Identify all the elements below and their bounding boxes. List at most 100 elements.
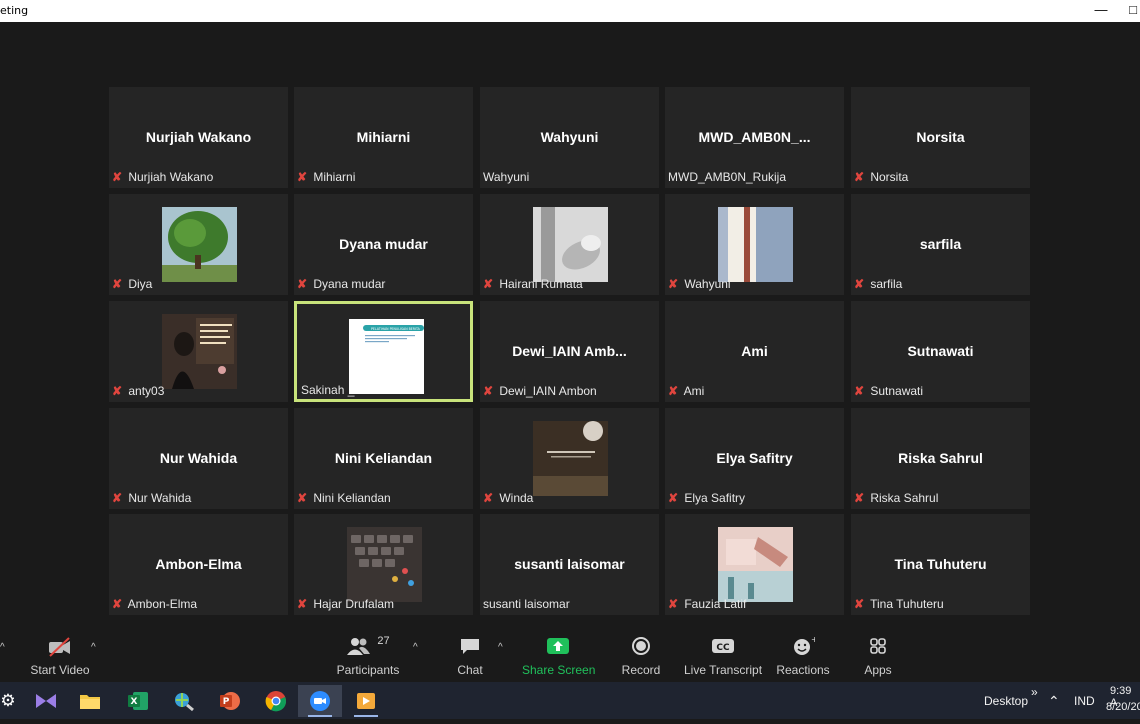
- participant-caption-text: susanti laisomar: [483, 597, 570, 611]
- participant-display-name: Tina Tuhuteru: [894, 556, 987, 572]
- svg-text:X: X: [131, 697, 138, 707]
- apps-button[interactable]: Apps: [858, 636, 898, 677]
- file-explorer-icon[interactable]: [68, 685, 112, 717]
- participant-caption-text: Tina Tuhuteru: [870, 597, 944, 611]
- excel-icon[interactable]: X: [116, 685, 160, 717]
- desktop-toolbar-label[interactable]: Desktop: [984, 694, 1028, 708]
- participant-display-name: Nur Wahida: [159, 450, 238, 466]
- participant-name-label: ✘ Riska Sahrul: [854, 490, 938, 507]
- participant-name-label: ✘ sarfila: [854, 276, 902, 293]
- participant-tile[interactable]: ✘ Fauzia Latif: [665, 514, 844, 615]
- participant-display-name: Wahyuni: [540, 129, 599, 145]
- participant-tile[interactable]: PELATIHAN PENULISAN BERITA Sakinah _: [294, 301, 473, 402]
- muted-mic-icon: ✘: [854, 597, 865, 611]
- participant-caption-text: Nurjiah Wakano: [128, 170, 214, 184]
- participant-caption-text: Sutnawati: [870, 384, 924, 398]
- participant-name-label: ✘ Elya Safitry: [668, 490, 745, 507]
- participant-caption-text: Hajar Drufalam: [313, 597, 395, 611]
- participant-display-name: MWD_AMB0N_...: [698, 129, 811, 145]
- muted-mic-icon: ✘: [112, 491, 123, 505]
- tray-expand-icon[interactable]: ⌃: [1048, 693, 1060, 710]
- participant-name-label: ✘ Ambon-Elma: [112, 596, 197, 613]
- record-icon: [618, 636, 664, 658]
- minimize-icon[interactable]: —: [1086, 0, 1116, 22]
- participant-tile[interactable]: Dyana mudar ✘ Dyana mudar: [294, 194, 473, 295]
- participant-tile[interactable]: ✘ Winda: [480, 408, 659, 509]
- muted-mic-icon: ✘: [112, 170, 123, 184]
- muted-mic-icon: ✘: [854, 384, 865, 398]
- media-player-icon[interactable]: [344, 685, 388, 717]
- participant-tile[interactable]: Wahyuni Wahyuni: [480, 87, 659, 188]
- participant-tile[interactable]: sarfila ✘ sarfila: [851, 194, 1030, 295]
- search-globe-icon[interactable]: [162, 685, 206, 717]
- start-video-button[interactable]: Start Video: [30, 636, 90, 677]
- participant-name-label: susanti laisomar: [483, 596, 570, 613]
- participant-caption-text: Nur Wahida: [128, 491, 192, 505]
- participant-caption-text: Ambon-Elma: [127, 597, 198, 611]
- participant-name-label: ✘ Hairani Rumata: [483, 276, 583, 293]
- chat-button[interactable]: Chat: [450, 636, 490, 677]
- participant-caption-text: MWD_AMB0N_Rukija: [668, 170, 787, 184]
- gallery-view: Nurjiah Wakano ✘ Nurjiah Wakano Mihiarni ✘ …: [0, 22, 1140, 632]
- participant-profile-picture: [347, 527, 422, 602]
- record-button[interactable]: Record: [618, 636, 664, 677]
- share-screen-icon: [522, 636, 594, 658]
- participant-tile[interactable]: susanti laisomar susanti laisomar: [480, 514, 659, 615]
- participant-name-label: ✘ Fauzia Latif: [668, 596, 746, 613]
- participant-caption-text: Ami: [683, 384, 705, 398]
- muted-mic-icon: ✘: [112, 384, 123, 398]
- title-bar: eting — □: [0, 0, 1140, 22]
- participant-tile[interactable]: Nur Wahida ✘ Nur Wahida: [109, 408, 288, 509]
- participant-tile[interactable]: Sutnawati ✘ Sutnawati: [851, 301, 1030, 402]
- participant-tile[interactable]: Ambon-Elma ✘ Ambon-Elma: [109, 514, 288, 615]
- participant-tile[interactable]: Tina Tuhuteru ✘ Tina Tuhuteru: [851, 514, 1030, 615]
- participant-profile-picture: [162, 207, 237, 282]
- participant-name-label: Sakinah _: [301, 382, 354, 399]
- maximize-icon[interactable]: □: [1126, 0, 1140, 22]
- live-transcript-button[interactable]: CC Live Transcript: [684, 636, 762, 677]
- participant-tile[interactable]: MWD_AMB0N_... MWD_AMB0N_Rukija: [665, 87, 844, 188]
- clock-date[interactable]: 8/20/20: [1106, 701, 1140, 713]
- participants-options-caret[interactable]: ^: [413, 642, 418, 653]
- participant-tile[interactable]: ✘ Hajar Drufalam: [294, 514, 473, 615]
- participant-caption-text: Sakinah _: [301, 383, 355, 397]
- powerpoint-icon[interactable]: P: [208, 685, 252, 717]
- audio-options-caret[interactable]: ^: [0, 642, 5, 653]
- muted-mic-icon: ✘: [112, 597, 123, 611]
- participant-tile[interactable]: Norsita ✘ Norsita: [851, 87, 1030, 188]
- participant-caption-text: Riska Sahrul: [870, 491, 939, 505]
- video-options-caret[interactable]: ^: [91, 642, 96, 653]
- participant-tile[interactable]: ✘ Diya: [109, 194, 288, 295]
- muted-mic-icon: ✘: [854, 277, 865, 291]
- svg-text:+: +: [811, 636, 815, 644]
- zoom-app-icon[interactable]: [298, 685, 342, 717]
- participant-name-label: ✘ Nur Wahida: [112, 490, 191, 507]
- participant-display-name: Ambon-Elma: [155, 556, 242, 572]
- participant-tile[interactable]: Riska Sahrul ✘ Riska Sahrul: [851, 408, 1030, 509]
- participant-tile[interactable]: Dewi_IAIN Amb... ✘ Dewi_IAIN Ambon: [480, 301, 659, 402]
- participants-button[interactable]: 27 Participants: [336, 635, 400, 677]
- participant-tile[interactable]: Nurjiah Wakano ✘ Nurjiah Wakano: [109, 87, 288, 188]
- participant-caption-text: Hairani Rumata: [499, 277, 583, 291]
- participant-tile[interactable]: ✘ Hairani Rumata: [480, 194, 659, 295]
- participants-icon: 27: [336, 635, 400, 658]
- muted-mic-icon: ✘: [668, 491, 679, 505]
- reactions-button[interactable]: + Reactions: [776, 635, 830, 677]
- toolbar-chevron-icon[interactable]: »: [1031, 685, 1038, 699]
- participant-caption-text: Dyana mudar: [313, 277, 386, 291]
- muted-mic-icon: ✘: [297, 597, 308, 611]
- muted-mic-icon: ✘: [854, 491, 865, 505]
- visual-studio-icon[interactable]: [24, 685, 68, 717]
- participant-tile[interactable]: ✘ anty03: [109, 301, 288, 402]
- video-off-icon: [30, 636, 90, 658]
- participant-tile[interactable]: Mihiarni ✘ Mihiarni: [294, 87, 473, 188]
- participant-tile[interactable]: Nini Keliandan ✘ Nini Keliandan: [294, 408, 473, 509]
- participant-tile[interactable]: Ami ✘ Ami: [665, 301, 844, 402]
- input-language[interactable]: IND: [1074, 694, 1095, 708]
- share-screen-button[interactable]: Share Screen: [522, 636, 595, 677]
- chrome-icon[interactable]: [254, 685, 298, 717]
- chat-options-caret[interactable]: ^: [498, 642, 503, 653]
- participant-tile[interactable]: Elya Safitry ✘ Elya Safitry: [665, 408, 844, 509]
- participant-tile[interactable]: ✘ Wahyuni: [665, 194, 844, 295]
- participant-display-name: susanti laisomar: [514, 556, 625, 572]
